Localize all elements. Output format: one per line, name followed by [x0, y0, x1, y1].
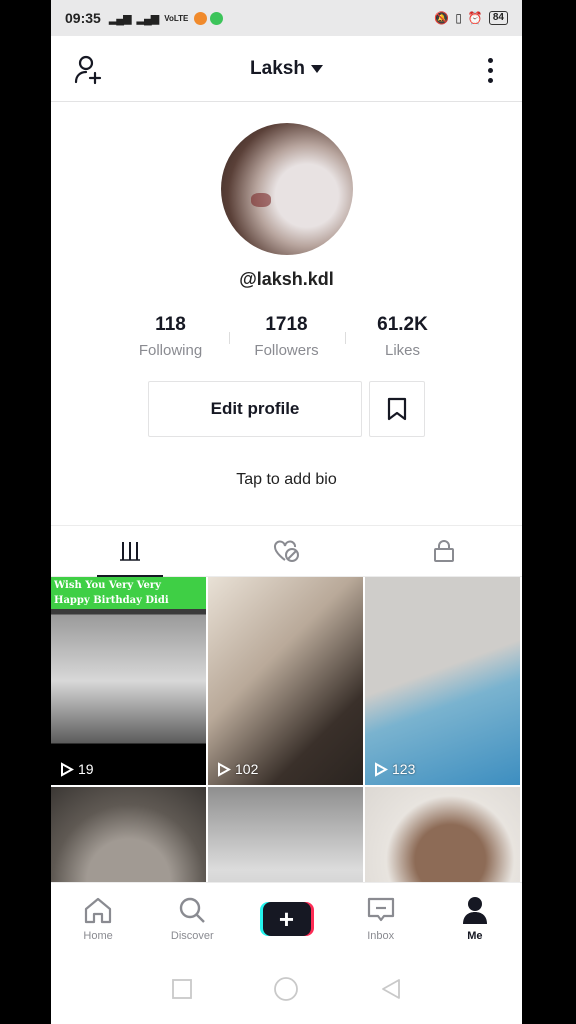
status-time: 09:35 — [65, 10, 101, 26]
videos-grid-icon — [119, 542, 140, 561]
play-icon — [61, 761, 74, 777]
bookmark-icon — [387, 397, 407, 421]
video-thumbnail[interactable]: Wish You Very Very Happy Birthday Didi 1… — [51, 577, 206, 785]
signal-icon-2: ▂▄▆ — [136, 12, 160, 25]
tab-private[interactable] — [365, 526, 522, 576]
nav-create[interactable]: + — [239, 883, 333, 954]
create-plus-face: + — [262, 901, 311, 936]
content-tabs — [51, 525, 522, 577]
view-count: 102 — [217, 761, 258, 777]
whatsapp-icon — [210, 11, 224, 25]
page-title: Laksh — [250, 57, 305, 79]
edit-profile-button[interactable]: Edit profile — [148, 381, 362, 437]
inbox-icon — [367, 897, 394, 921]
add-user-icon — [74, 55, 102, 85]
video-thumbnail[interactable]: 102 — [208, 577, 363, 785]
view-count: 123 — [374, 761, 415, 777]
back-triangle-icon[interactable] — [380, 978, 402, 1000]
tab-videos[interactable] — [51, 526, 208, 577]
battery-icon: 84 — [488, 11, 508, 25]
favorites-button[interactable] — [369, 381, 425, 437]
play-icon — [375, 761, 388, 777]
more-dot — [487, 77, 493, 83]
home-icon — [84, 897, 112, 923]
bottom-navigation: Home Discover + Inbox Me — [51, 882, 522, 954]
nav-inbox[interactable]: Inbox — [334, 883, 428, 954]
nav-label: Inbox — [367, 929, 395, 942]
stat-followers[interactable]: 1718 Followers — [228, 314, 345, 359]
recents-icon[interactable] — [171, 978, 193, 1000]
search-icon — [180, 897, 206, 923]
more-vertical-icon — [487, 57, 493, 63]
nav-label: Discover — [170, 929, 214, 942]
view-count: 19 — [60, 761, 94, 777]
mute-icon: 🔕 — [434, 11, 450, 25]
avatar[interactable] — [220, 123, 353, 255]
more-options-button[interactable] — [480, 54, 500, 86]
add-user-button[interactable] — [73, 54, 105, 86]
caption-line: Happy Birthday Didi — [54, 595, 169, 606]
more-dot — [487, 67, 493, 73]
nav-discover[interactable]: Discover — [145, 883, 239, 954]
create-plus-icon: + — [259, 901, 314, 936]
nav-label: Home — [83, 929, 113, 942]
system-navigation-bar — [51, 954, 522, 1024]
play-icon — [218, 761, 231, 777]
stat-label: Likes — [384, 342, 421, 359]
notification-icon — [194, 11, 208, 25]
view-count-value: 123 — [392, 761, 416, 777]
profile-stats: 118 Following 1718 Followers 61.2K Likes — [51, 314, 522, 359]
video-caption: Wish You Very Very Happy Birthday Didi — [51, 577, 206, 609]
view-count-value: 19 — [78, 761, 94, 777]
nav-me[interactable]: Me — [428, 883, 522, 954]
phone-screen: 09:35 ▂▄▆ ▂▄▆ VoLTE 🔕 ▯ ⏰ 84 Laksh @laks… — [51, 0, 522, 1024]
nav-home[interactable]: Home — [51, 883, 145, 954]
liked-hidden-icon — [273, 540, 299, 562]
nav-label: Me — [467, 929, 483, 942]
signal-icon: ▂▄▆ — [108, 12, 132, 25]
stat-following[interactable]: 118 Following — [113, 314, 229, 359]
caption-line: Wish You Very Very — [54, 580, 161, 591]
view-count-value: 102 — [235, 761, 259, 777]
stat-value: 118 — [155, 314, 186, 335]
status-bar: 09:35 ▂▄▆ ▂▄▆ VoLTE 🔕 ▯ ⏰ 84 — [51, 0, 522, 36]
profile-actions: Edit profile — [51, 381, 522, 437]
home-circle-icon[interactable] — [273, 976, 299, 1002]
status-right: 🔕 ▯ ⏰ 84 — [434, 11, 508, 25]
tab-liked[interactable] — [208, 526, 365, 576]
stat-value: 1718 — [265, 314, 308, 335]
profile-icon — [462, 896, 487, 924]
caret-down-icon — [310, 64, 323, 73]
stat-value: 61.2K — [377, 314, 428, 335]
profile-header: Laksh — [51, 36, 522, 102]
video-thumbnail[interactable]: 123 — [365, 577, 520, 785]
alarm-icon: ⏰ — [467, 11, 483, 25]
vibrate-icon: ▯ — [455, 11, 462, 25]
profile-handle: @laksh.kdl — [239, 269, 334, 289]
stat-likes[interactable]: 61.2K Likes — [344, 314, 461, 359]
volte-label: VoLTE — [164, 13, 189, 23]
stat-label: Followers — [254, 342, 319, 359]
account-switcher[interactable]: Laksh — [250, 58, 323, 80]
lock-icon — [433, 540, 454, 562]
add-bio-link[interactable]: Tap to add bio — [51, 471, 522, 489]
stat-label: Following — [138, 342, 203, 359]
